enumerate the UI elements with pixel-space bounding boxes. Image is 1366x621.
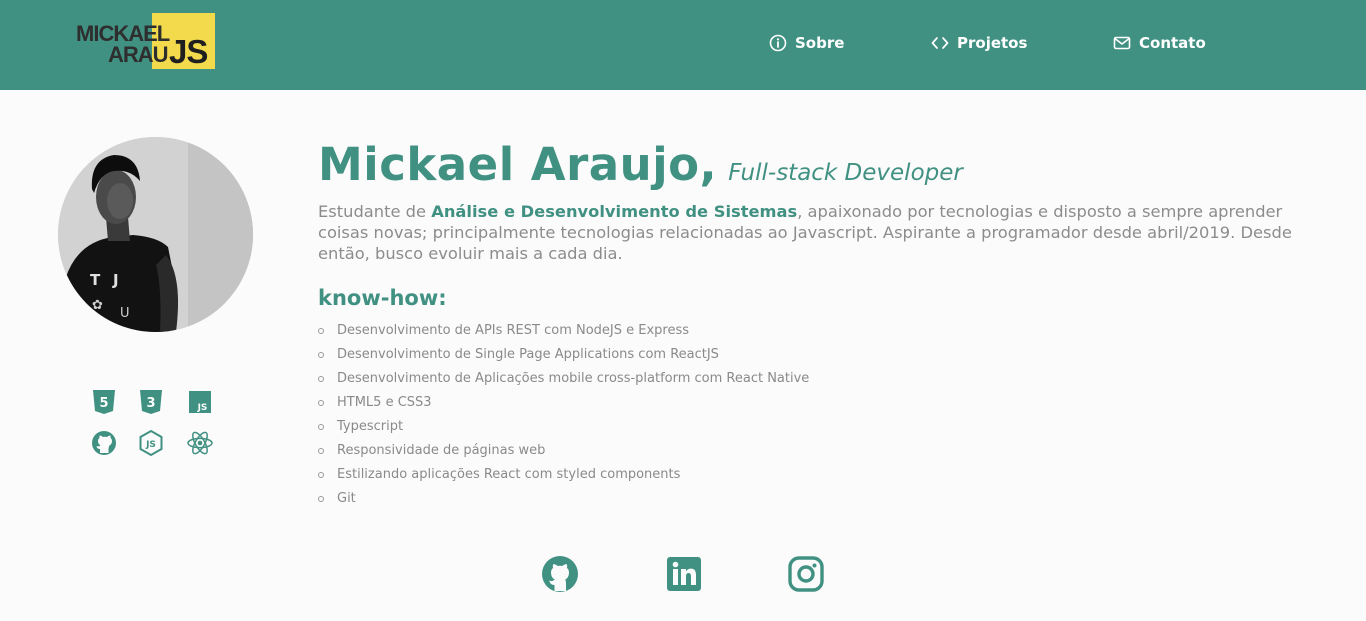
svg-text:5: 5 [99,396,108,411]
code-icon [931,37,949,49]
bio-highlight: Análise e Desenvolvimento de Sistemas [431,202,798,221]
knowhow-item: Estilizando aplicações React com styled … [318,464,809,488]
knowhow-list: Desenvolvimento de APIs REST com NodeJS … [318,320,809,512]
info-icon [769,34,787,52]
css3-icon: 3 [140,390,162,414]
profile-bio: Estudante de Análise e Desenvolvimento d… [318,201,1318,264]
mail-icon [1113,36,1131,50]
svg-text:T: T [90,271,101,289]
profile-heading: Mickael Araujo, Full-stack Developer [318,138,963,191]
knowhow-item: Git [318,488,809,512]
nav-sobre-label: Sobre [795,34,845,52]
github-icon [92,431,116,455]
avatar: T J ✿ U [58,137,253,332]
html5-icon: 5 [93,390,115,414]
knowhow-item: Desenvolvimento de Aplicações mobile cro… [318,368,809,392]
profile-photo: T J ✿ U [58,137,253,332]
logo-text-line2: ARAU [108,42,169,67]
nav-projetos[interactable]: Projetos [931,32,1027,54]
profile-name: Mickael Araujo, [318,138,718,191]
logo-text-js: JS [169,33,208,70]
svg-text:✿: ✿ [92,298,103,313]
nav-sobre[interactable]: Sobre [769,32,844,54]
svg-text:3: 3 [146,396,155,411]
logo[interactable]: MICKAEL ARAU JS [76,13,216,69]
linkedin-social-link[interactable] [665,555,703,593]
nav-contato[interactable]: Contato [1113,32,1206,54]
nav-projetos-label: Projetos [957,34,1028,52]
svg-text:JS: JS [197,403,208,413]
javascript-icon: JS [189,391,211,413]
knowhow-item: Desenvolvimento de Single Page Applicati… [318,344,809,368]
svg-text:J: J [112,271,119,289]
top-header: MICKAEL ARAU JS Sobre Projetos Contato [0,0,1366,90]
svg-text:JS: JS [145,440,156,450]
knowhow-item: Typescript [318,416,809,440]
nav-contato-label: Contato [1139,34,1206,52]
instagram-social-link[interactable] [787,555,825,593]
bio-text-start: Estudante de [318,202,432,221]
react-icon [187,431,213,455]
knowhow-title: know-how: [318,286,447,310]
nodejs-icon: JS [139,429,163,457]
svg-text:U: U [120,306,130,321]
knowhow-item: Responsividade de páginas web [318,440,809,464]
github-social-link[interactable] [541,555,579,593]
knowhow-item: HTML5 e CSS3 [318,392,809,416]
knowhow-item: Desenvolvimento de APIs REST com NodeJS … [318,320,809,344]
profile-role: Full-stack Developer [728,160,963,186]
